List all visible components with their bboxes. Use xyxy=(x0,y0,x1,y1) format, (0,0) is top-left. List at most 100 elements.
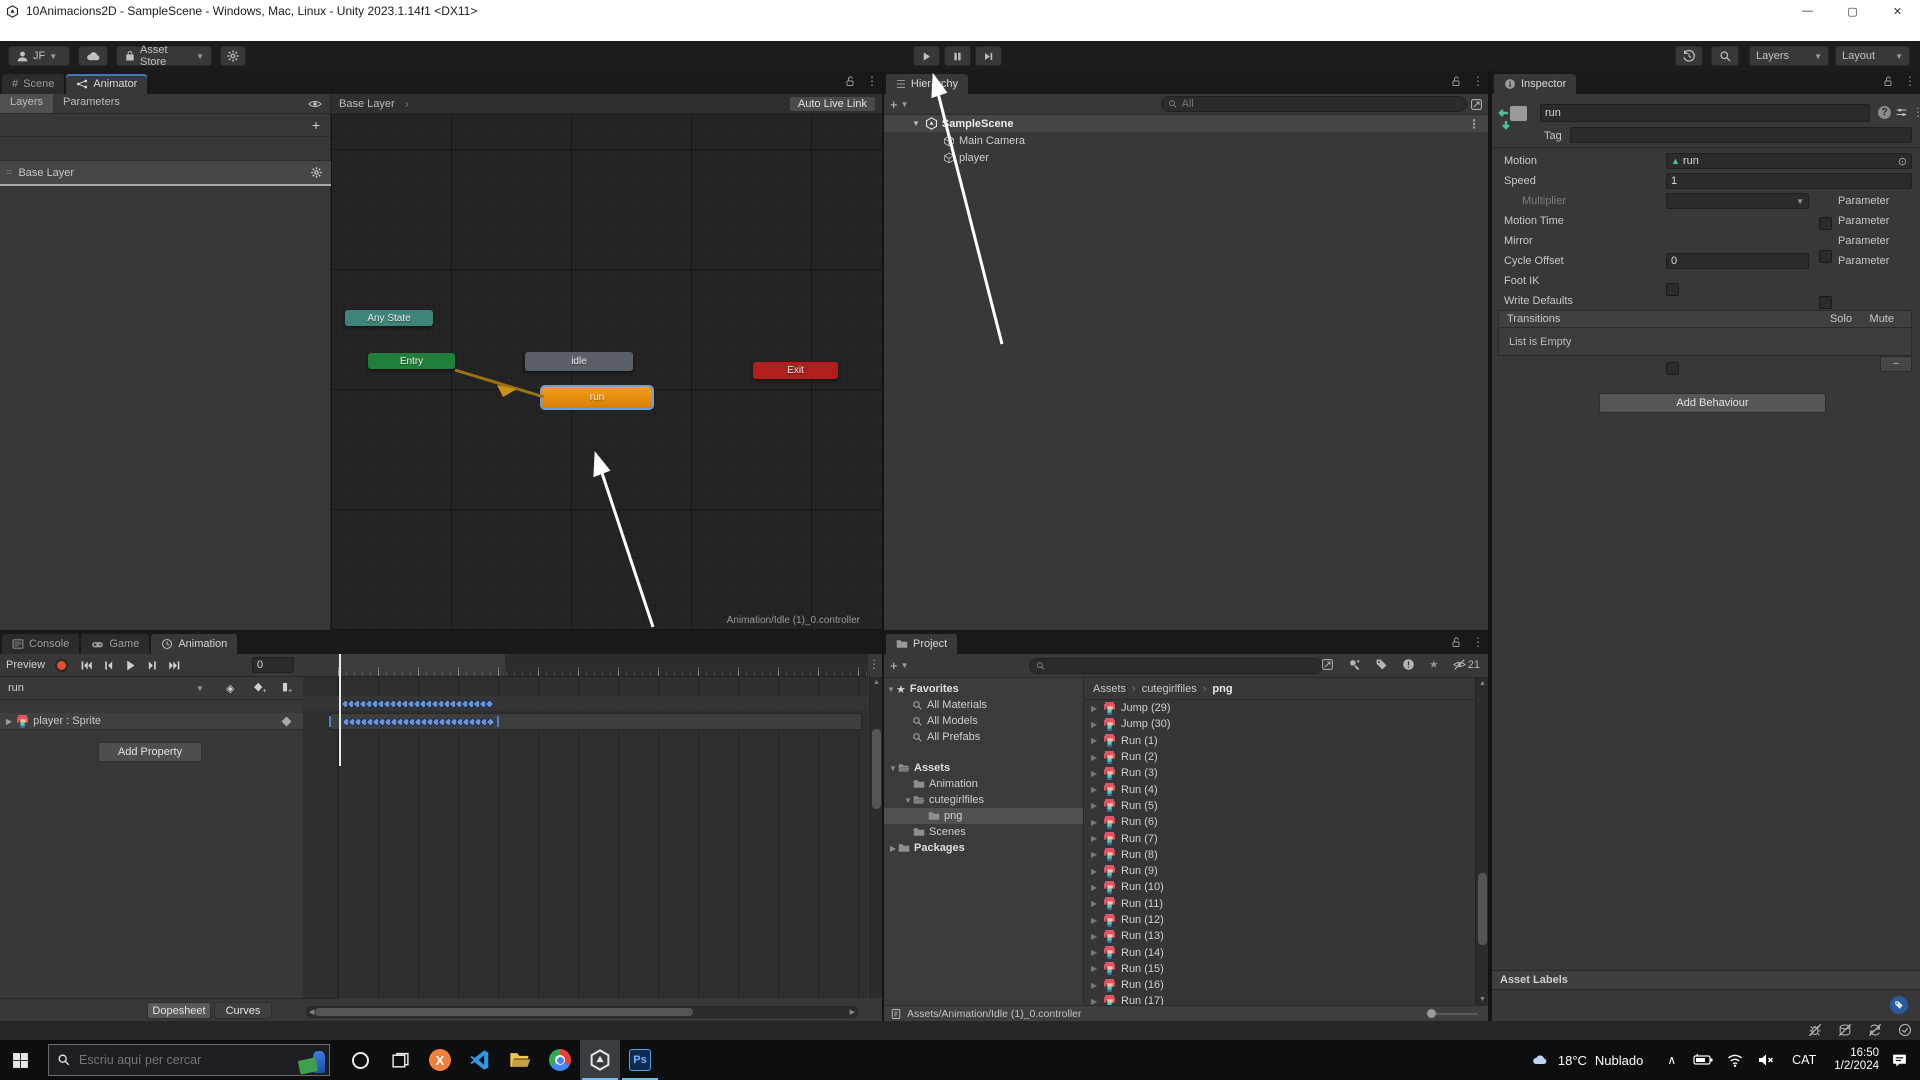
breadcrumb-assets[interactable]: Assets xyxy=(1093,683,1126,695)
debugger-disabled-icon[interactable] xyxy=(1808,1023,1822,1037)
foldout-arrow-icon[interactable]: ▼ xyxy=(912,119,920,128)
cloud-button[interactable] xyxy=(78,46,108,66)
minimize-button[interactable]: — xyxy=(1785,0,1830,22)
tab-scene[interactable]: # Scene xyxy=(2,74,64,94)
Run (9)[interactable]: ▶ Run (9) xyxy=(1085,863,1475,879)
add-property-button[interactable]: Add Property xyxy=(98,742,202,762)
hidden-packages-count[interactable]: 21 xyxy=(1453,658,1480,671)
project-search-input[interactable] xyxy=(1050,660,1316,672)
Jump (29)[interactable]: ▶ Jump (29) xyxy=(1085,700,1475,716)
Jump (30)[interactable]: ▶ Jump (30) xyxy=(1085,716,1475,732)
project-tree-item[interactable]: ▼ cutegirlfiles xyxy=(884,792,1083,808)
foldout-arrow-icon[interactable]: ▶ xyxy=(6,717,12,726)
project-tree-item[interactable]: Animation xyxy=(884,776,1083,792)
layer-item-base-layer[interactable]: = Base Layer xyxy=(0,160,331,186)
search-by-label-icon[interactable] xyxy=(1375,658,1388,671)
mirror-parameter-checkbox[interactable] xyxy=(1819,296,1832,309)
foldout-arrow-icon[interactable]: ▶ xyxy=(1091,736,1103,745)
first-key-button[interactable] xyxy=(80,659,93,672)
favorites-item[interactable]: All Materials xyxy=(884,697,1083,713)
tray-expand-icon[interactable]: ∧ xyxy=(1667,1053,1676,1067)
curves-button[interactable]: Curves xyxy=(214,1002,272,1019)
taskbar-app-xampp[interactable]: X xyxy=(420,1040,460,1080)
auto-live-link-button[interactable]: Auto Live Link xyxy=(789,96,876,112)
taskbar-app-photoshop[interactable]: Ps xyxy=(620,1040,660,1080)
hierarchy-row[interactable]: player xyxy=(884,149,1488,166)
state-node-idle[interactable]: idle xyxy=(525,352,633,371)
services-button[interactable] xyxy=(220,46,246,66)
search-button[interactable] xyxy=(1711,46,1739,66)
Run (10)[interactable]: ▶ Run (10) xyxy=(1085,879,1475,895)
tab-animation[interactable]: Animation xyxy=(151,634,237,654)
create-object-button[interactable]: + xyxy=(890,97,898,112)
eye-icon[interactable] xyxy=(308,97,322,111)
kebab-menu-icon[interactable]: ⋮ xyxy=(866,74,878,88)
taskbar-app-vscode[interactable] xyxy=(460,1040,500,1080)
Run (6)[interactable]: ▶ Run (6) xyxy=(1085,814,1475,830)
volume-muted-icon[interactable] xyxy=(1757,1052,1775,1068)
add-behaviour-button[interactable]: Add Behaviour xyxy=(1599,393,1826,413)
chevron-down-icon[interactable]: ▼ xyxy=(196,684,204,693)
breadcrumb-png[interactable]: png xyxy=(1212,683,1232,695)
frame-nav-icon[interactable]: ◈ xyxy=(226,682,234,695)
start-button[interactable] xyxy=(0,1040,40,1080)
tab-inspector[interactable]: Inspector xyxy=(1494,74,1576,94)
foldout-arrow-icon[interactable]: ▶ xyxy=(1091,867,1103,876)
dopesheet-button[interactable]: Dopesheet xyxy=(147,1002,211,1019)
close-button[interactable]: ✕ xyxy=(1875,0,1920,22)
foldout-arrow-icon[interactable]: ▶ xyxy=(1091,981,1103,990)
progress-ok-icon[interactable] xyxy=(1898,1023,1912,1037)
state-node-entry[interactable]: Entry xyxy=(368,353,455,369)
Run (4)[interactable]: ▶ Run (4) xyxy=(1085,781,1475,797)
sprite-track-strip[interactable] xyxy=(330,713,862,730)
zoom-slider[interactable] xyxy=(1427,1009,1478,1018)
foot-ik-checkbox[interactable] xyxy=(1666,362,1679,375)
frame-field[interactable] xyxy=(252,657,294,673)
kebab-menu-icon[interactable]: ⋮ xyxy=(868,657,880,671)
presets-icon[interactable] xyxy=(1895,106,1908,119)
record-button[interactable] xyxy=(55,659,68,672)
cycle-offset-field[interactable] xyxy=(1666,253,1809,269)
open-search-window-icon[interactable] xyxy=(1321,658,1334,671)
favorites-item[interactable]: All Prefabs xyxy=(884,729,1083,745)
scroll-up-icon[interactable]: ▲ xyxy=(1476,680,1489,687)
Run (17)[interactable]: ▶ Run (17) xyxy=(1085,993,1475,1005)
object-picker-icon[interactable]: ⊙ xyxy=(1898,155,1907,168)
foldout-arrow-icon[interactable]: ▶ xyxy=(1091,818,1103,827)
speed-field[interactable] xyxy=(1666,173,1912,189)
project-tree-item[interactable]: ▼ Assets xyxy=(884,760,1083,776)
pause-button[interactable] xyxy=(944,46,971,66)
foldout-arrow-icon[interactable]: ▶ xyxy=(1091,883,1103,892)
foldout-arrow-icon[interactable]: ▶ xyxy=(1091,753,1103,762)
layout-dropdown[interactable]: Layout▼ xyxy=(1835,46,1910,66)
play-animation-button[interactable] xyxy=(124,659,137,672)
breadcrumb-base-layer[interactable]: Base Layer xyxy=(339,98,395,110)
animator-layers-tab[interactable]: Layers xyxy=(0,94,53,113)
animator-parameters-tab[interactable]: Parameters xyxy=(53,94,130,113)
Run (3)[interactable]: ▶ Run (3) xyxy=(1085,765,1475,781)
scrollbar-thumb[interactable] xyxy=(872,729,881,809)
keyframe-diamonds[interactable] xyxy=(341,714,501,729)
favorites-header[interactable]: ▼ ★ Favorites xyxy=(884,681,1083,697)
playhead[interactable] xyxy=(339,654,341,766)
tab-animator[interactable]: Animator xyxy=(66,74,147,94)
tag-field[interactable] xyxy=(1570,127,1912,143)
timeline-vscrollbar[interactable]: ▲ xyxy=(869,677,882,998)
taskbar-app-unity[interactable] xyxy=(580,1040,620,1080)
Run (2)[interactable]: ▶ Run (2) xyxy=(1085,749,1475,765)
lock-icon[interactable] xyxy=(1450,75,1462,87)
hierarchy-row[interactable]: Main Camera xyxy=(884,132,1488,149)
tab-project[interactable]: Project xyxy=(886,634,957,654)
hierarchy-search[interactable] xyxy=(1161,96,1467,112)
taskbar-search-input[interactable] xyxy=(79,1053,249,1067)
foldout-arrow-icon[interactable]: ▶ xyxy=(1091,785,1103,794)
layers-visibility-dropdown[interactable]: Layers▼ xyxy=(1749,46,1829,66)
Run (16)[interactable]: ▶ Run (16) xyxy=(1085,977,1475,993)
scrollbar-thumb[interactable] xyxy=(315,1008,693,1016)
battery-icon[interactable] xyxy=(1693,1053,1713,1067)
scroll-up-icon[interactable]: ▲ xyxy=(870,679,883,686)
mirror-checkbox[interactable] xyxy=(1666,283,1679,296)
importance-icon[interactable] xyxy=(1402,658,1415,671)
foldout-arrow-icon[interactable]: ▶ xyxy=(1091,948,1103,957)
foldout-arrow-icon[interactable]: ▶ xyxy=(1091,997,1103,1005)
